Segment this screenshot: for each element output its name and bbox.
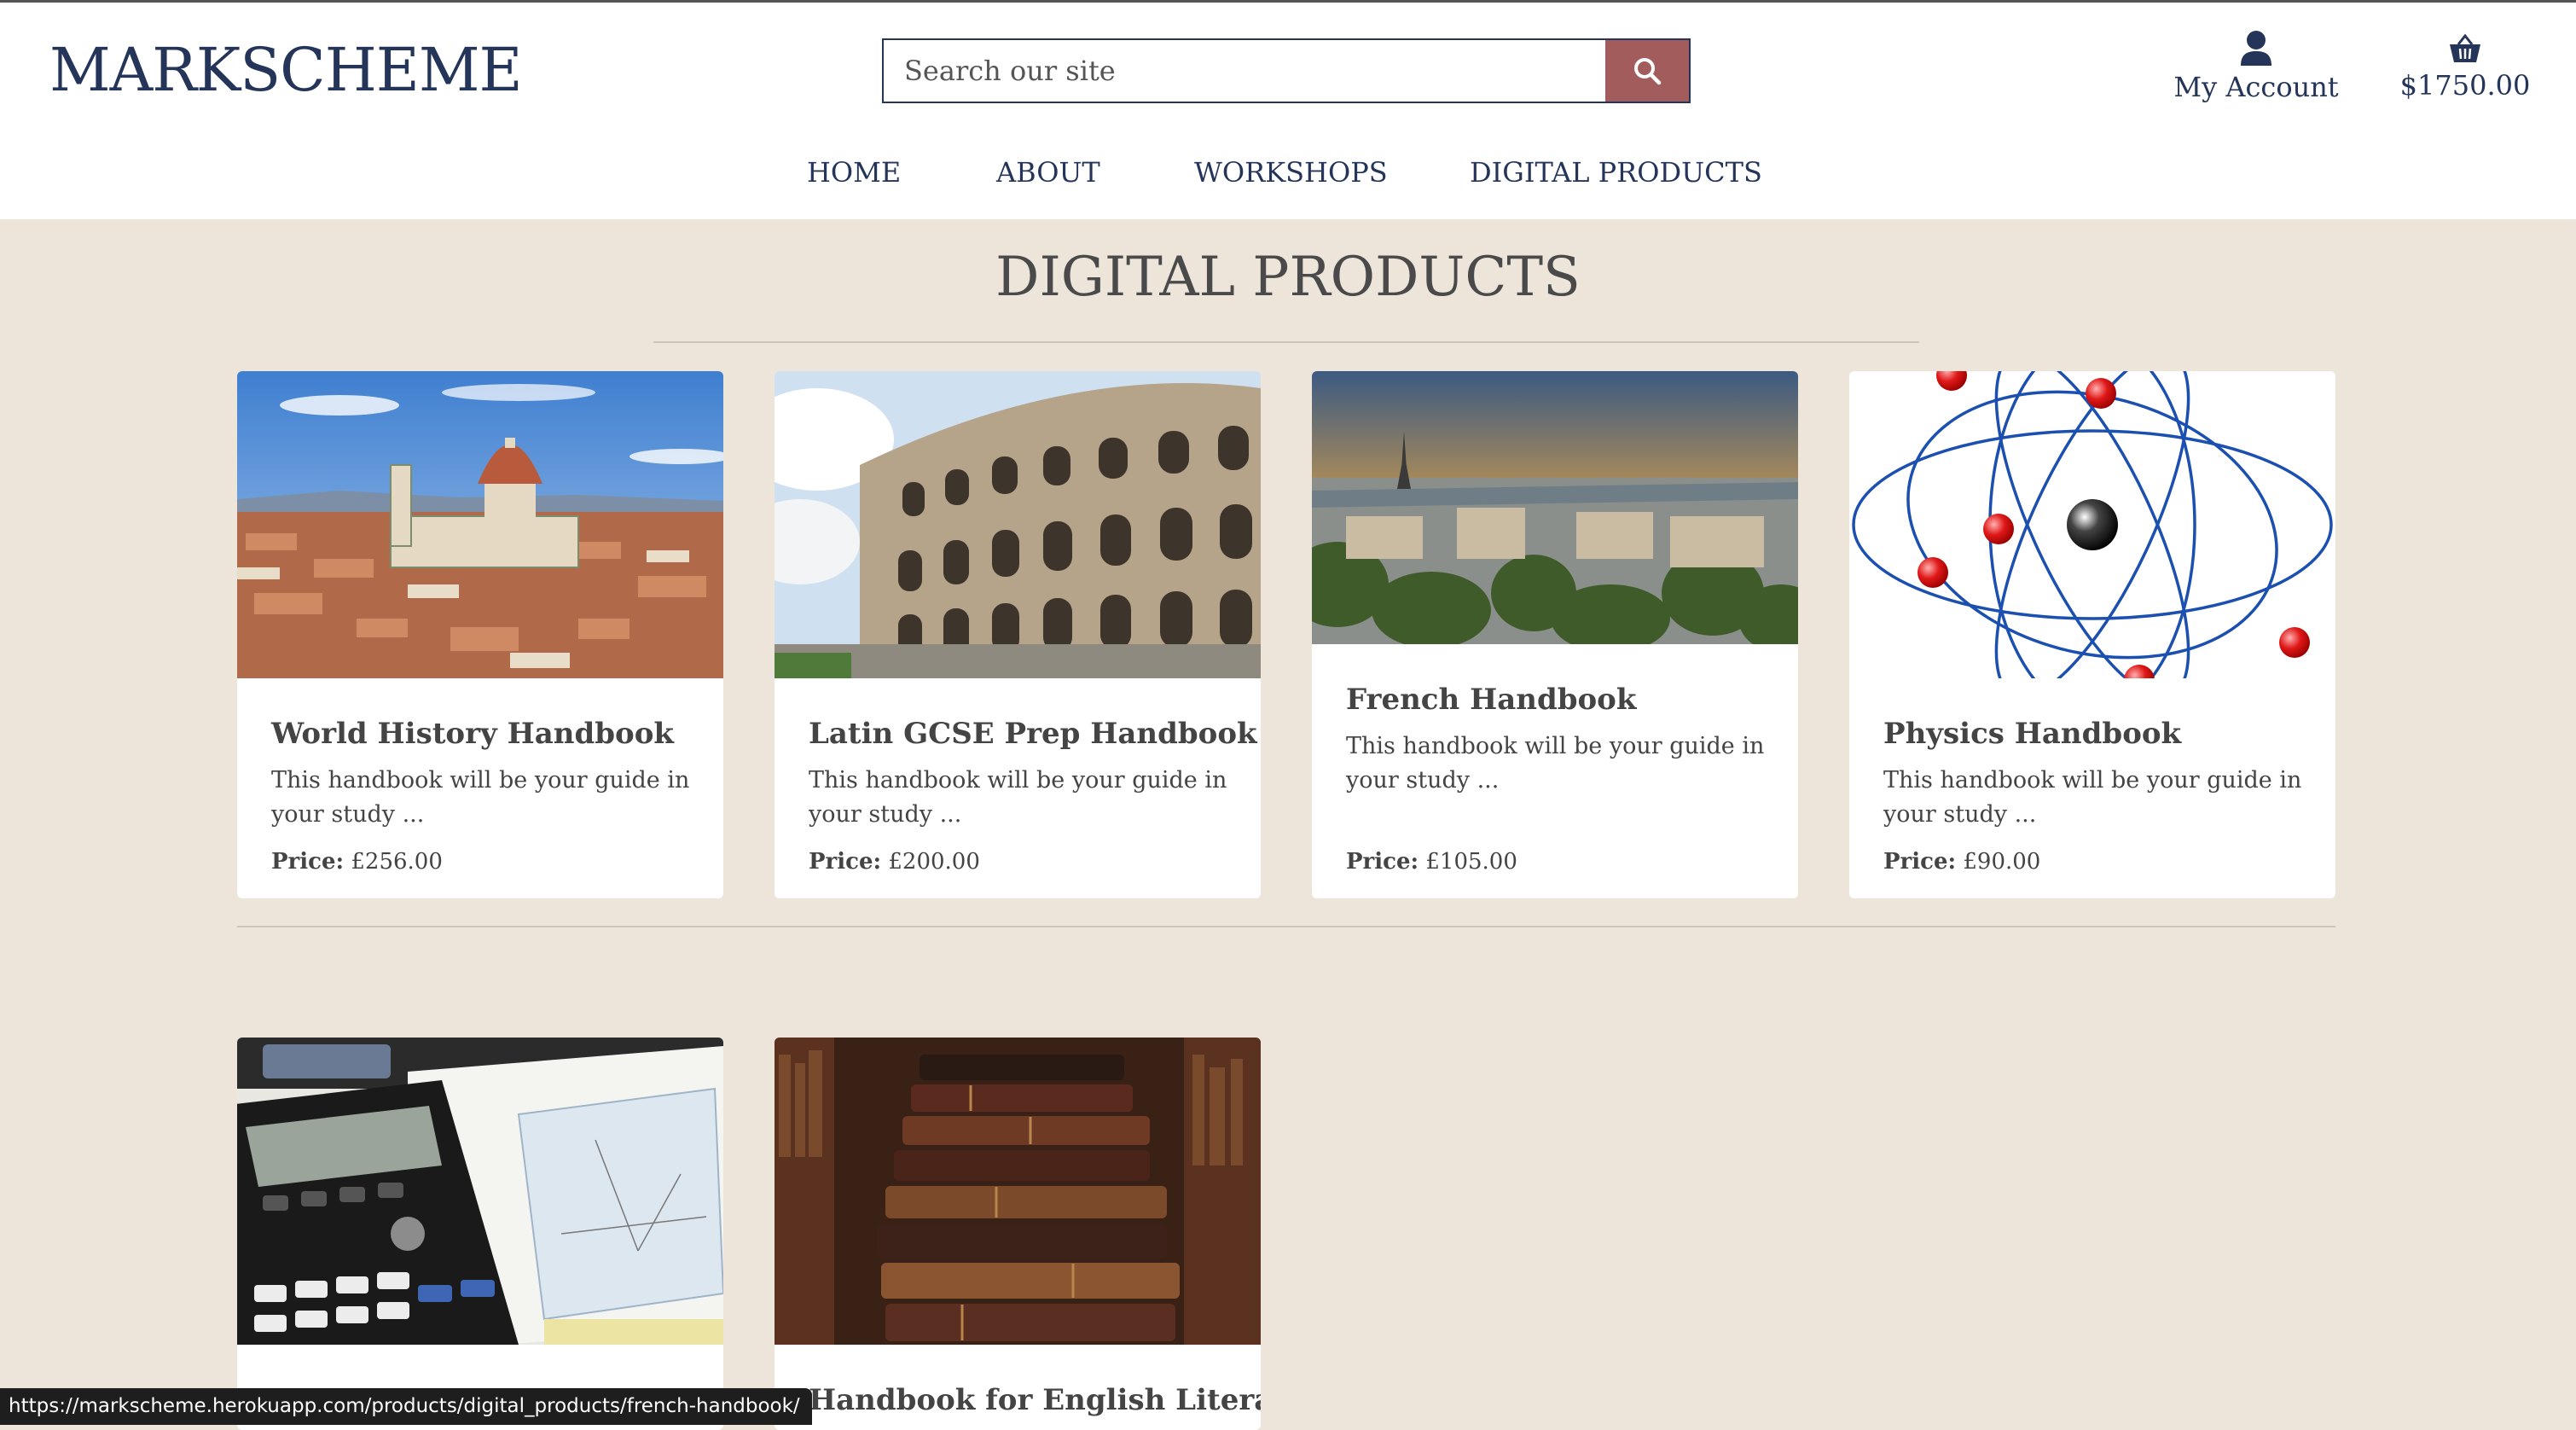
product-title[interactable]: Latin GCSE Prep Handbook <box>809 717 1257 751</box>
card-body: Handbook for English Literature <box>809 1383 1261 1417</box>
calculator-notes-image[interactable] <box>237 1038 723 1345</box>
my-account-link[interactable]: My Account <box>2167 30 2346 103</box>
product-card[interactable]: World History Handbook This handbook wil… <box>237 371 723 898</box>
product-card[interactable]: Physics Handbook This handbook will be y… <box>1849 371 2335 898</box>
card-body: Latin GCSE Prep Handbook <box>809 717 1257 751</box>
product-card[interactable] <box>237 1038 723 1430</box>
product-card[interactable]: French Handbook This handbook will be yo… <box>1312 371 1798 898</box>
product-price: Price: £90.00 <box>1883 849 2041 875</box>
product-description: This handbook will be your guide in your… <box>1346 733 1765 793</box>
card-body: French Handbook <box>1346 683 1772 717</box>
colosseum-image[interactable] <box>775 371 1261 678</box>
nav-item-about[interactable]: ABOUT <box>996 156 1100 189</box>
product-price: Price: £200.00 <box>809 849 980 875</box>
search-input[interactable] <box>884 40 1605 102</box>
product-description: This handbook will be your guide in your… <box>271 767 690 828</box>
nav-item-digital-products[interactable]: DIGITAL PRODUCTS <box>1470 156 1762 189</box>
search-form <box>882 38 1691 103</box>
user-icon <box>2241 31 2271 66</box>
row-divider <box>237 926 2335 927</box>
page-title: DIGITAL PRODUCTS <box>995 246 1581 309</box>
main-nav: HOME ABOUT WORKSHOPS DIGITAL PRODUCTS <box>0 156 2576 199</box>
product-description: This handbook will be your guide in your… <box>1883 767 2302 828</box>
product-description: This handbook will be your guide in your… <box>809 767 1227 828</box>
product-card[interactable]: Latin GCSE Prep Handbook This handbook w… <box>775 371 1261 898</box>
product-title[interactable]: French Handbook <box>1346 683 1772 717</box>
card-body: Physics Handbook <box>1883 717 2310 751</box>
basket-total: $1750.00 <box>2399 69 2531 102</box>
product-card[interactable]: Handbook for English Literature <box>775 1038 1261 1430</box>
nav-item-home[interactable]: HOME <box>807 156 901 189</box>
nav-item-workshops[interactable]: WORKSHOPS <box>1194 156 1388 189</box>
product-price: Price: £256.00 <box>271 849 443 875</box>
my-account-label: My Account <box>2173 71 2339 103</box>
title-divider <box>653 341 1919 343</box>
basket-link[interactable]: $1750.00 <box>2388 33 2542 102</box>
florence-cathedral-image[interactable] <box>237 371 723 678</box>
card-body: World History Handbook <box>271 717 698 751</box>
product-title[interactable]: Physics Handbook <box>1883 717 2310 751</box>
paris-skyline-image[interactable] <box>1312 371 1798 644</box>
basket-icon <box>2450 33 2480 62</box>
atom-image[interactable] <box>1849 371 2335 678</box>
site-header: MARKSCHEME My Account $1750.00 HOME ABOU… <box>0 0 2576 219</box>
search-icon <box>1634 58 1662 85</box>
search-button[interactable] <box>1605 40 1689 102</box>
product-title[interactable]: World History Handbook <box>271 717 698 751</box>
browser-status-bar-url: https://markscheme.herokuapp.com/product… <box>0 1388 812 1425</box>
product-title[interactable]: Handbook for English Literature <box>809 1383 1261 1417</box>
site-logo[interactable]: MARKSCHEME <box>49 35 523 105</box>
antique-books-image[interactable] <box>775 1038 1261 1345</box>
product-price: Price: £105.00 <box>1346 849 1517 875</box>
